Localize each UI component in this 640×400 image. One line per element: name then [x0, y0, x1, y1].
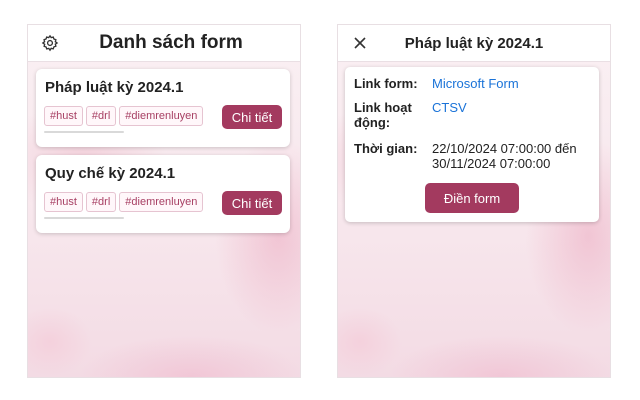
- tag[interactable]: #diemrenluyen: [119, 106, 204, 126]
- tag[interactable]: #diemrenluyen: [119, 192, 204, 212]
- close-icon[interactable]: [350, 33, 370, 53]
- form-card: Quy chế kỳ 2024.1 #hust #drl #diemrenluyen…: [36, 155, 290, 233]
- tag-scrollbar[interactable]: [44, 217, 124, 219]
- link-activity-label: Link hoạt động:: [354, 100, 426, 130]
- form-card-title: Quy chế kỳ 2024.1: [45, 165, 176, 182]
- form-detail-panel: Pháp luật kỳ 2024.1 Link form: Microsoft…: [337, 24, 611, 378]
- link-form-link[interactable]: Microsoft Form: [432, 76, 602, 91]
- tag[interactable]: #hust: [44, 106, 83, 126]
- list-header: Danh sách form: [28, 25, 300, 62]
- link-form-label: Link form:: [354, 76, 418, 91]
- page-title: Danh sách form: [99, 32, 243, 53]
- detail-header: Pháp luật kỳ 2024.1: [338, 25, 610, 62]
- link-activity-label-line: động:: [354, 115, 391, 130]
- link-activity-label-line: Link hoạt: [354, 100, 412, 115]
- detail-button[interactable]: Chi tiết: [222, 105, 282, 129]
- form-detail-card: Link form: Microsoft Form Link hoạt động…: [345, 67, 599, 222]
- detail-button[interactable]: Chi tiết: [222, 191, 282, 215]
- time-value: 22/10/2024 07:00:00 đến 30/11/2024 07:00…: [432, 141, 602, 171]
- form-card: Pháp luật kỳ 2024.1 #hust #drl #diemrenluy…: [36, 69, 290, 147]
- tag[interactable]: #hust: [44, 192, 83, 212]
- form-list-panel: Danh sách form Pháp luật kỳ 2024.1 #hust…: [27, 24, 301, 378]
- form-card-title: Pháp luật kỳ 2024.1: [45, 79, 184, 96]
- time-label: Thời gian:: [354, 141, 418, 156]
- tag[interactable]: #drl: [85, 106, 117, 126]
- tag-list[interactable]: #hust #drl #diemrenluyen: [44, 192, 214, 216]
- time-start: 22/10/2024 07:00:00 đến: [432, 141, 577, 156]
- tag[interactable]: #drl: [85, 192, 117, 212]
- gear-icon[interactable]: [40, 33, 60, 53]
- time-end: 30/11/2024 07:00:00: [432, 156, 551, 171]
- tag-scrollbar[interactable]: [44, 131, 124, 133]
- fill-form-button[interactable]: Điền form: [425, 183, 519, 213]
- detail-title: Pháp luật kỳ 2024.1: [404, 34, 544, 52]
- link-activity-link[interactable]: CTSV: [432, 100, 602, 115]
- tag-list[interactable]: #hust #drl #diemrenluyen: [44, 106, 214, 130]
